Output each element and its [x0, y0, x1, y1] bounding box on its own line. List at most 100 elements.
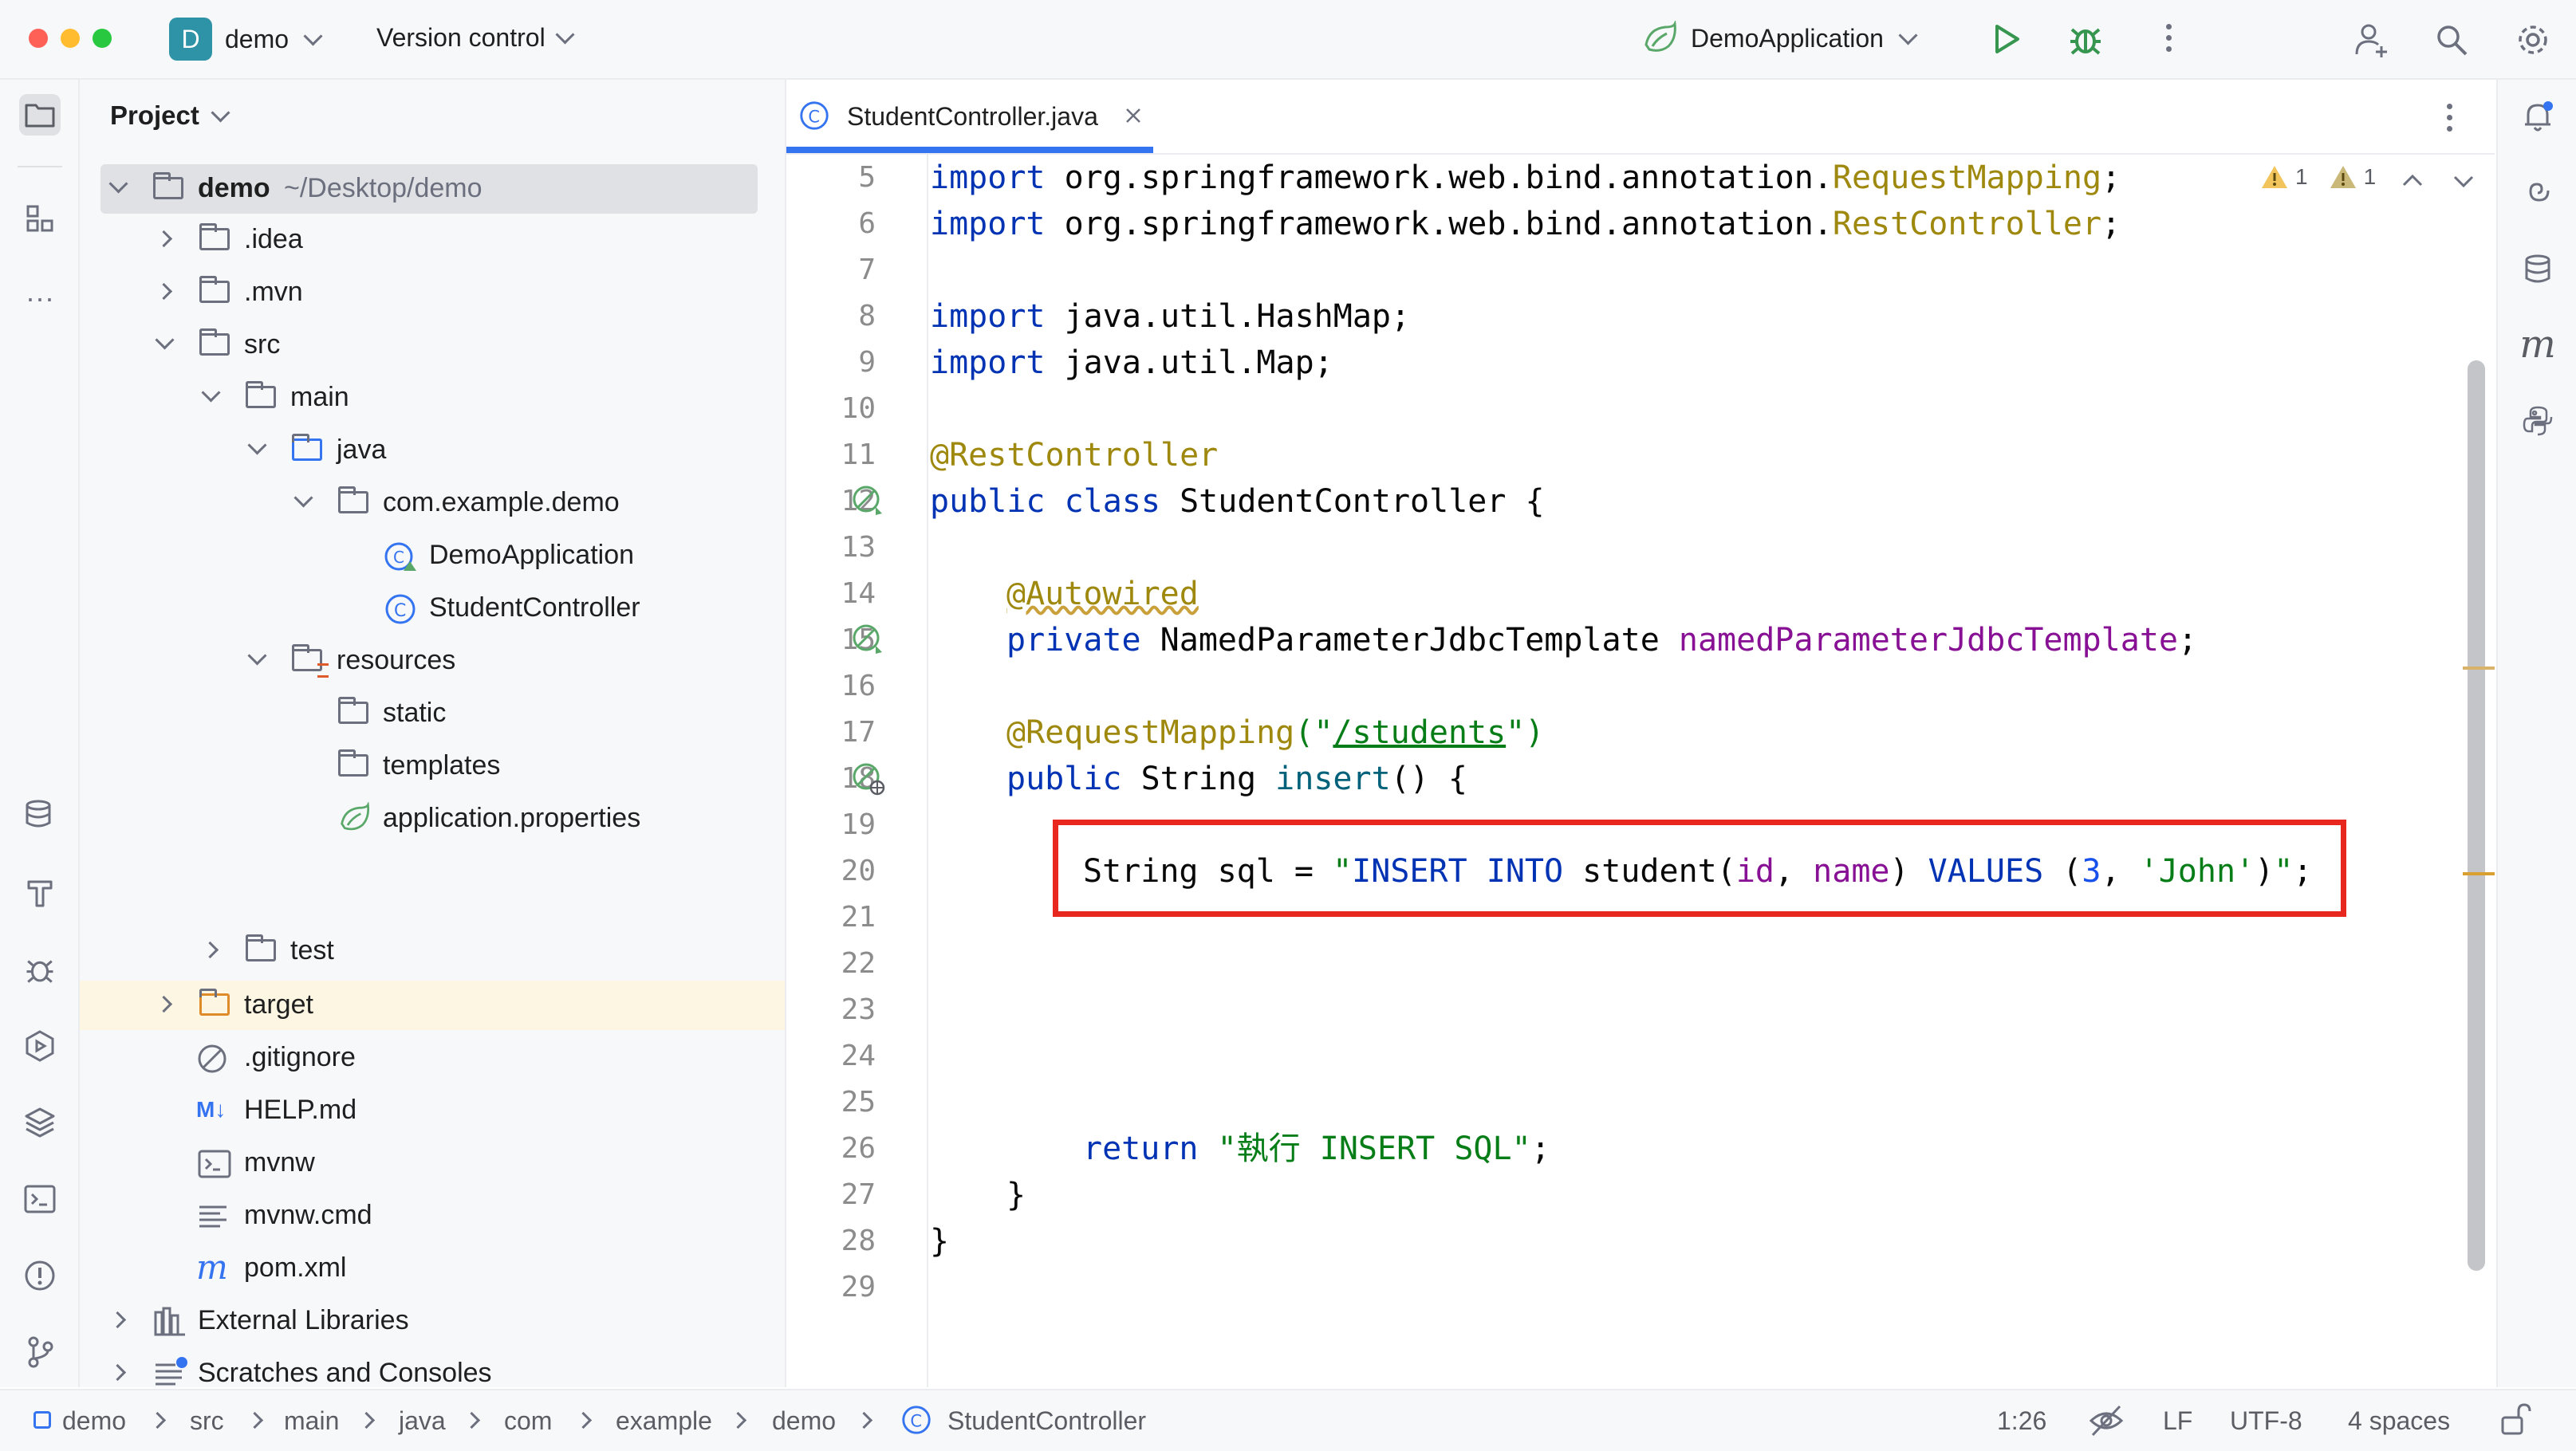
project-view-selector[interactable]: Project: [110, 100, 230, 131]
tree-item-idea[interactable]: .idea: [80, 215, 766, 263]
python-panel-button[interactable]: [2517, 400, 2558, 442]
next-highlight-icon[interactable]: [2452, 174, 2476, 190]
url-link-token[interactable]: /students: [1333, 714, 1506, 751]
chevron-down-icon: [303, 26, 323, 46]
code-line-8[interactable]: import java.util.HashMap;: [930, 293, 1410, 340]
layers-tool-button[interactable]: [19, 1102, 61, 1143]
tree-item-resources[interactable]: resources: [80, 636, 766, 684]
autowired-gutter-icon[interactable]: [850, 622, 887, 659]
breadcrumb-com[interactable]: com: [504, 1405, 552, 1437]
editor-tab-studentcontroller[interactable]: C StudentController.java: [786, 80, 1153, 153]
breadcrumb-studentcontroller[interactable]: StudentController: [947, 1405, 1146, 1437]
vcs-menu[interactable]: Version control: [376, 23, 575, 53]
endpoint-gutter-icon[interactable]: [850, 761, 887, 797]
bean-gutter-icon[interactable]: [850, 483, 887, 520]
tree-item-package[interactable]: com.example.demo: [80, 478, 766, 526]
file-encoding[interactable]: UTF-8: [2230, 1405, 2302, 1437]
code-line-18[interactable]: public String insert() {: [1006, 756, 1467, 802]
tree-item-help-md[interactable]: M↓ HELP.md: [80, 1086, 766, 1134]
build-tool-button[interactable]: [19, 872, 61, 914]
breadcrumb-demo[interactable]: demo: [62, 1405, 126, 1437]
search-icon[interactable]: [2434, 22, 2469, 57]
tree-item-mvnw-cmd[interactable]: mvnw.cmd: [80, 1191, 766, 1239]
add-user-icon[interactable]: [2353, 21, 2391, 59]
terminal-tool-button[interactable]: [19, 1178, 61, 1220]
structure-tool-button[interactable]: [19, 198, 61, 239]
warning-stripe-marker[interactable]: [2463, 872, 2495, 875]
line-separator[interactable]: LF: [2163, 1405, 2192, 1437]
code-token: StudentController {: [1160, 483, 1545, 520]
tree-item-mvnw[interactable]: mvnw: [80, 1138, 766, 1186]
code-line-6[interactable]: import org.springframework.web.bind.anno…: [930, 201, 2121, 247]
previous-highlight-icon[interactable]: [2401, 172, 2424, 188]
indent-setting[interactable]: 4 spaces: [2348, 1405, 2450, 1437]
code-token: ;: [2178, 622, 2198, 659]
code-line-11[interactable]: @RestController: [930, 432, 1218, 478]
problems-tool-button[interactable]: [19, 1255, 61, 1296]
tree-item-main[interactable]: main: [80, 373, 766, 421]
tree-item-external-libraries[interactable]: External Libraries: [80, 1296, 766, 1344]
tree-item-demoapplication[interactable]: C DemoApplication: [80, 531, 766, 579]
notifications-button[interactable]: [2517, 96, 2558, 137]
tree-item-mvn[interactable]: .mvn: [80, 268, 766, 316]
tree-item-src[interactable]: src: [80, 320, 766, 368]
services-tool-button[interactable]: [19, 1025, 61, 1067]
tree-item-target[interactable]: target: [80, 981, 766, 1028]
editor-scrollbar[interactable]: [2468, 360, 2485, 1271]
git-tool-button[interactable]: [19, 1331, 61, 1373]
run-config-selector[interactable]: DemoApplication: [1641, 21, 1918, 56]
breadcrumb-java[interactable]: java: [399, 1405, 446, 1437]
close-tab-icon[interactable]: [1125, 107, 1142, 124]
code-line-17[interactable]: @RequestMapping("/students"): [1006, 710, 1544, 756]
settings-gear-icon[interactable]: [2515, 22, 2550, 57]
tree-item-gitignore[interactable]: .gitignore: [80, 1033, 766, 1081]
breadcrumb-example[interactable]: example: [616, 1405, 712, 1437]
code-line-5[interactable]: import org.springframework.web.bind.anno…: [930, 155, 2121, 201]
code-line-14[interactable]: @Autowired: [1006, 571, 1199, 617]
database-tool-button[interactable]: [19, 794, 61, 836]
inspection-widget[interactable]: 1 1: [2260, 164, 2376, 190]
debug-icon[interactable]: [2067, 21, 2104, 57]
tree-item-application-properties[interactable]: application.properties: [80, 794, 766, 842]
debug-tool-button[interactable]: [19, 949, 61, 990]
zoom-window-button[interactable]: [93, 29, 112, 48]
code-line-20[interactable]: String sql = "INSERT INTO student(id, na…: [1083, 848, 2312, 895]
chevron-down-icon: [155, 330, 175, 350]
tree-item-pom-xml[interactable]: m pom.xml: [80, 1244, 766, 1292]
project-switcher[interactable]: D demo: [169, 18, 323, 61]
tree-item-studentcontroller[interactable]: C StudentController: [80, 584, 766, 631]
more-tools-icon[interactable]: ···: [19, 277, 61, 319]
code-line-28[interactable]: }: [930, 1218, 949, 1264]
project-tool-button[interactable]: [19, 94, 61, 136]
code-line-12[interactable]: public class StudentController {: [930, 478, 1545, 525]
minimize-window-button[interactable]: [61, 29, 80, 48]
maven-panel-icon[interactable]: m: [2517, 322, 2558, 367]
more-actions-icon[interactable]: [2164, 21, 2172, 57]
code-line-26[interactable]: return "執行 INSERT SQL";: [1083, 1126, 1550, 1172]
close-window-button[interactable]: [29, 29, 48, 48]
ai-assistant-button[interactable]: [2517, 172, 2558, 214]
lock-open-icon[interactable]: [2498, 1402, 2533, 1437]
chevron-down-icon: [555, 25, 575, 45]
breadcrumb-demo-package[interactable]: demo: [772, 1405, 836, 1437]
class-icon: C: [902, 1406, 931, 1434]
tree-item-templates[interactable]: templates: [80, 741, 766, 789]
code-line-9[interactable]: import java.util.Map;: [930, 340, 1333, 386]
code-line-27[interactable]: }: [1006, 1172, 1026, 1218]
status-bar: demo src main java com example demo C St…: [0, 1389, 2576, 1451]
tree-item-java[interactable]: java: [80, 426, 766, 474]
chevron-right-icon: [108, 1363, 127, 1382]
run-icon[interactable]: [1989, 22, 2023, 56]
warning-stripe-marker[interactable]: [2463, 667, 2495, 670]
code-line-15[interactable]: private NamedParameterJdbcTemplate named…: [1006, 617, 2197, 663]
code-vision-off-icon[interactable]: [2088, 1403, 2125, 1438]
tab-options-icon[interactable]: [2445, 102, 2453, 139]
tree-item-test[interactable]: test: [80, 926, 766, 974]
breadcrumb-main[interactable]: main: [284, 1405, 339, 1437]
caret-position[interactable]: 1:26: [1997, 1405, 2046, 1437]
title-bar: D demo Version control DemoApplication: [0, 0, 2576, 80]
tree-root-demo[interactable]: demo ~/Desktop/demo: [80, 164, 766, 212]
tree-item-static[interactable]: static: [80, 689, 766, 737]
database-panel-button[interactable]: [2517, 249, 2558, 290]
breadcrumb-src[interactable]: src: [190, 1405, 224, 1437]
